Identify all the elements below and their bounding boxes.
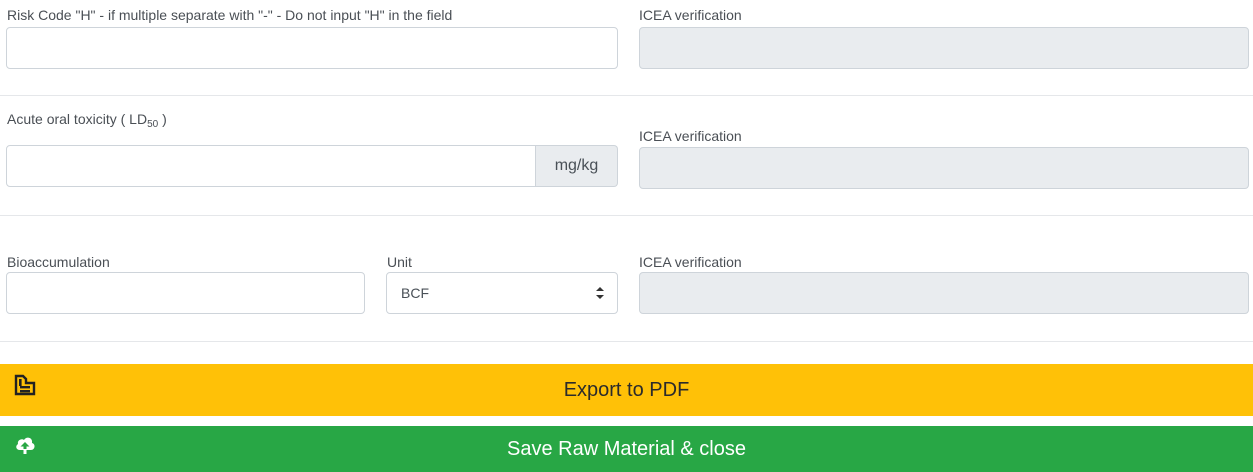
mg-kg-unit-addon: mg/kg	[536, 145, 618, 187]
icea-verification-label-1: ICEA verification	[639, 7, 742, 23]
unit-label: Unit	[387, 254, 412, 270]
save-raw-material-close-button[interactable]: Save Raw Material & close	[0, 426, 1253, 472]
risk-code-input[interactable]	[6, 27, 618, 69]
unit-select[interactable]: BCF	[386, 272, 618, 314]
acute-oral-toxicity-label: Acute oral toxicity ( LD50 )	[7, 111, 167, 130]
acute-oral-toxicity-label-prefix: Acute oral toxicity ( LD	[7, 111, 148, 127]
bioaccumulation-input[interactable]	[6, 272, 365, 314]
acute-oral-toxicity-input[interactable]	[6, 145, 536, 187]
icea-verification-label-2: ICEA verification	[639, 128, 742, 144]
export-to-pdf-button[interactable]: Export to PDF	[0, 364, 1253, 416]
save-raw-material-close-label: Save Raw Material & close	[507, 437, 746, 460]
pdf-file-icon	[14, 374, 36, 396]
risk-code-label: Risk Code "H" - if multiple separate wit…	[7, 7, 453, 23]
cloud-upload-icon	[16, 437, 35, 454]
icea-verification-field-2	[639, 147, 1249, 189]
icea-verification-field-1	[639, 27, 1249, 69]
unit-select-value: BCF	[401, 285, 429, 301]
bioaccumulation-label: Bioaccumulation	[7, 254, 110, 270]
divider-3	[0, 341, 1253, 342]
divider-1	[0, 95, 1253, 96]
ld50-subscript: 50	[147, 119, 159, 130]
divider-2	[0, 215, 1253, 216]
icea-verification-field-3	[639, 272, 1249, 314]
acute-oral-toxicity-label-suffix: )	[158, 111, 167, 127]
export-to-pdf-label: Export to PDF	[563, 378, 690, 401]
acute-oral-toxicity-group: mg/kg	[6, 145, 618, 187]
icea-verification-label-3: ICEA verification	[639, 254, 742, 270]
select-updown-icon	[596, 287, 604, 299]
